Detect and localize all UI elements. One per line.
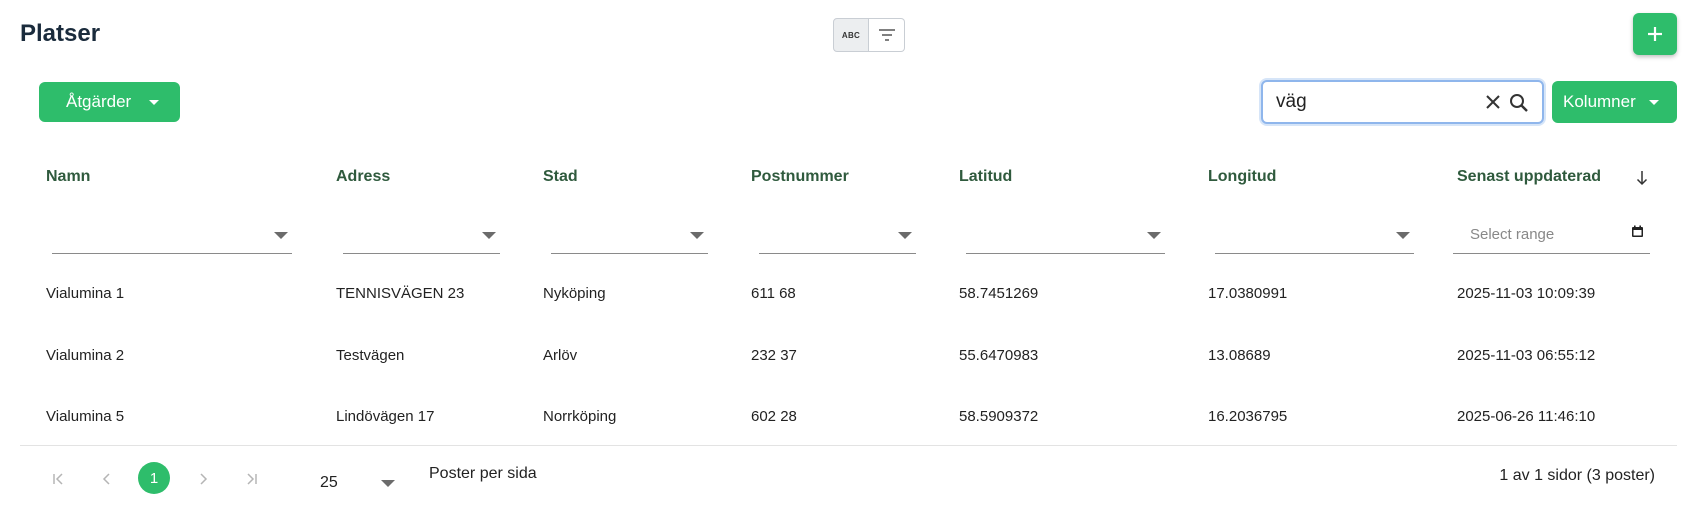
table-cell: 2025-06-26 11:46:10 — [1457, 408, 1596, 425]
date-range-filter[interactable]: Select range — [1453, 220, 1650, 254]
last-page-icon — [247, 473, 257, 485]
date-range-placeholder: Select range — [1470, 226, 1555, 243]
abc-icon: ABC — [841, 30, 861, 40]
filter-namn[interactable] — [52, 220, 292, 254]
table-cell: 13.08689 — [1208, 347, 1271, 364]
prev-page-button[interactable] — [95, 467, 119, 491]
next-page-icon — [200, 473, 208, 485]
table-cell: Lindövägen 17 — [336, 408, 435, 425]
filter-icon — [878, 29, 895, 41]
table-cell: Vialumina 2 — [46, 347, 125, 364]
column-header-adress[interactable]: Adress — [336, 168, 390, 186]
first-page-button[interactable] — [47, 467, 71, 491]
table-cell: 58.5909372 — [959, 408, 1039, 425]
search-icon[interactable] — [1509, 93, 1529, 113]
columns-button[interactable]: Kolumner — [1552, 81, 1677, 123]
column-header-stad[interactable]: Stad — [543, 168, 578, 186]
table-cell: Vialumina 1 — [46, 285, 125, 302]
arrow-down-icon[interactable] — [1636, 170, 1648, 186]
page-size-select[interactable]: 25 — [320, 474, 338, 492]
calendar-icon[interactable] — [1631, 225, 1644, 238]
table-divider — [20, 445, 1677, 446]
actions-button[interactable]: Åtgärder — [39, 82, 180, 122]
per-page-label: Poster per sida — [429, 465, 537, 482]
search-input[interactable] — [1276, 91, 1476, 113]
page-info: 1 av 1 sidor (3 poster) — [1499, 467, 1655, 484]
table-cell: 16.2036795 — [1208, 408, 1288, 425]
caret-down-icon — [274, 232, 288, 239]
table-cell: 602 28 — [751, 408, 797, 425]
first-page-icon — [53, 473, 63, 485]
search-box — [1261, 80, 1544, 124]
table-cell: Testvägen — [336, 347, 405, 364]
table-cell: Nyköping — [543, 285, 606, 302]
caret-down-icon — [1648, 99, 1659, 105]
table-cell: 2025-11-03 06:55:12 — [1457, 347, 1596, 364]
caret-down-icon[interactable] — [381, 480, 395, 487]
prev-page-icon — [102, 473, 110, 485]
filter-adress[interactable] — [343, 220, 500, 254]
actions-label: Åtgärder — [66, 92, 132, 111]
columns-label: Kolumner — [1563, 92, 1636, 111]
table-cell: Norrköping — [543, 408, 617, 425]
column-header-longitud[interactable]: Longitud — [1208, 168, 1276, 186]
add-button[interactable] — [1633, 13, 1677, 55]
filter-longitud[interactable] — [1215, 220, 1414, 254]
plus-icon — [1648, 27, 1662, 41]
column-header-namn[interactable]: Namn — [46, 168, 90, 186]
caret-down-icon — [1147, 232, 1161, 239]
table-cell: 58.7451269 — [959, 285, 1039, 302]
column-header-latitud[interactable]: Latitud — [959, 168, 1012, 186]
table-cell: 55.6470983 — [959, 347, 1039, 364]
caret-down-icon — [149, 99, 160, 105]
table-cell: 2025-11-03 10:09:39 — [1457, 285, 1596, 302]
page-title: Platser — [20, 20, 101, 47]
caret-down-icon — [482, 232, 496, 239]
filter-latitud[interactable] — [966, 220, 1165, 254]
caret-down-icon — [898, 232, 912, 239]
column-header-postnummer[interactable]: Postnummer — [751, 168, 849, 186]
filter-view-button[interactable] — [869, 18, 905, 52]
caret-down-icon — [1396, 232, 1410, 239]
table-cell: TENNISVÄGEN 23 — [336, 285, 465, 302]
view-toggle: ABC — [833, 18, 905, 52]
abc-view-button[interactable]: ABC — [833, 18, 869, 52]
column-header-senast-uppdaterad[interactable]: Senast uppdaterad — [1457, 168, 1601, 186]
filter-stad[interactable] — [551, 220, 708, 254]
page-1-button[interactable]: 1 — [138, 462, 170, 494]
close-icon[interactable] — [1485, 94, 1501, 110]
filter-postnummer[interactable] — [759, 220, 916, 254]
next-page-button[interactable] — [191, 467, 215, 491]
table-cell: 611 68 — [751, 285, 796, 302]
table-cell: 17.0380991 — [1208, 285, 1288, 302]
caret-down-icon — [690, 232, 704, 239]
table-cell: Arlöv — [543, 347, 578, 364]
table-cell: 232 37 — [751, 347, 797, 364]
table-cell: Vialumina 5 — [46, 408, 125, 425]
last-page-button[interactable] — [239, 467, 263, 491]
